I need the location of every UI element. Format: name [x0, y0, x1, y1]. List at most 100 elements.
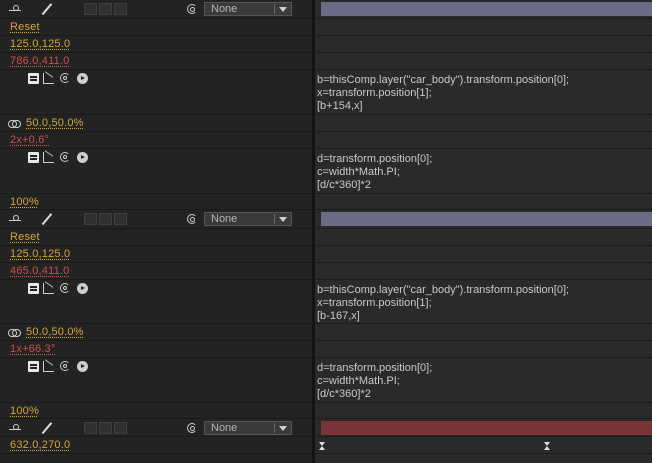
position-row: 632.0,270.0: [0, 437, 312, 454]
timeline-row: [315, 19, 652, 36]
timeline-row: [315, 115, 652, 132]
switch-box[interactable]: [99, 213, 112, 225]
layer-header-row[interactable]: None: [0, 419, 312, 437]
timeline-row: [315, 324, 652, 341]
rotation-value[interactable]: 2x+0.6°: [10, 134, 49, 146]
parent-dropdown-value: None: [211, 3, 238, 15]
timeline-panel: b=thisComp.layer("car_body").transform.p…: [315, 0, 652, 463]
expression-enable-icon[interactable]: [28, 361, 39, 372]
language-menu-icon[interactable]: [77, 73, 88, 84]
anchor-icon[interactable]: [8, 423, 22, 433]
expression-enable-icon[interactable]: [28, 73, 39, 84]
graph-icon[interactable]: [43, 152, 54, 163]
switch-box[interactable]: [114, 3, 127, 15]
anchor-point-row: 125.0,125.0: [0, 246, 312, 263]
opacity-row: 100%: [0, 403, 312, 419]
switch-box[interactable]: [84, 213, 97, 225]
language-menu-icon[interactable]: [77, 361, 88, 372]
expression-enable-icon[interactable]: [28, 152, 39, 163]
layer-duration-bar[interactable]: [321, 212, 652, 226]
pen-icon[interactable]: [42, 212, 52, 225]
chain-link-icon[interactable]: [8, 120, 21, 128]
graph-icon[interactable]: [43, 283, 54, 294]
timeline-row: [315, 229, 652, 246]
layer-duration-bar[interactable]: [321, 2, 652, 16]
switch-box[interactable]: [84, 422, 97, 434]
opacity-value[interactable]: 100%: [10, 196, 39, 208]
expression-controls: [28, 283, 98, 295]
keyframe-icon[interactable]: [319, 442, 326, 451]
chevron-down-icon: [279, 7, 287, 12]
expression-field[interactable]: d=transform.position[0]; c=width*Math.PI…: [315, 358, 652, 403]
opacity-value[interactable]: 100%: [10, 405, 39, 417]
chain-link-icon[interactable]: [8, 329, 21, 337]
anchor-point-value[interactable]: 125.0,125.0: [10, 38, 70, 50]
anchor-reset-row: Reset: [0, 229, 312, 246]
expression-line: d=transform.position[0];: [317, 362, 433, 374]
expression-controls: [28, 361, 98, 373]
spiral-icon[interactable]: [186, 213, 198, 225]
anchor-icon[interactable]: [8, 4, 22, 14]
anchor-point-row: 125.0,125.0: [0, 36, 312, 53]
graph-icon[interactable]: [43, 361, 54, 372]
expression-text[interactable]: b=thisComp.layer("car_body").transform.p…: [317, 284, 569, 323]
reset-link[interactable]: Reset: [10, 21, 40, 33]
scale-value[interactable]: 50.0,50.0%: [26, 117, 84, 129]
position-value[interactable]: 786.0,411.0: [10, 55, 70, 67]
switch-box[interactable]: [114, 422, 127, 434]
position-expression-row: [0, 280, 312, 324]
position-value[interactable]: 632.0,270.0: [10, 439, 70, 451]
timeline-row: [315, 53, 652, 70]
layer-duration-bar[interactable]: [321, 421, 652, 435]
timeline-row: [315, 194, 652, 210]
timeline-row: [315, 263, 652, 280]
rotation-value[interactable]: 1x+66.3°: [10, 343, 55, 355]
spiral-icon[interactable]: [186, 3, 198, 15]
spiral-icon[interactable]: [186, 422, 198, 434]
switch-box[interactable]: [114, 213, 127, 225]
expression-field[interactable]: b=thisComp.layer("car_body").transform.p…: [315, 280, 652, 324]
scale-value[interactable]: 50.0,50.0%: [26, 326, 84, 338]
language-menu-icon[interactable]: [77, 283, 88, 294]
rotation-row: 1x+66.3°: [0, 341, 312, 358]
anchor-point-value[interactable]: 125.0,125.0: [10, 248, 70, 260]
expression-text[interactable]: d=transform.position[0]; c=width*Math.PI…: [317, 362, 432, 401]
pick-whip-icon[interactable]: [60, 152, 71, 163]
expression-line: d=transform.position[0];: [317, 153, 433, 165]
timeline-row: [315, 246, 652, 263]
layer-header-row[interactable]: None: [0, 210, 312, 229]
expression-text[interactable]: d=transform.position[0]; c=width*Math.PI…: [317, 153, 432, 192]
language-menu-icon[interactable]: [77, 152, 88, 163]
scale-row: 50.0,50.0%: [0, 115, 312, 132]
expression-line: [d/c*360]*2: [317, 388, 371, 400]
pick-whip-icon[interactable]: [60, 283, 71, 294]
pen-icon[interactable]: [42, 421, 52, 434]
graph-icon[interactable]: [43, 73, 54, 84]
switch-box[interactable]: [84, 3, 97, 15]
pen-icon[interactable]: [42, 2, 52, 15]
switch-box[interactable]: [99, 422, 112, 434]
parent-dropdown[interactable]: None: [204, 212, 292, 226]
timeline-row: [315, 403, 652, 419]
expression-field[interactable]: d=transform.position[0]; c=width*Math.PI…: [315, 149, 652, 194]
expression-enable-icon[interactable]: [28, 283, 39, 294]
layer-header-row[interactable]: None: [0, 0, 312, 19]
pick-whip-icon[interactable]: [60, 361, 71, 372]
expression-text[interactable]: b=thisComp.layer("car_body").transform.p…: [317, 74, 569, 113]
pick-whip-icon[interactable]: [60, 73, 71, 84]
anchor-icon[interactable]: [8, 214, 22, 224]
scale-row: 50.0,50.0%: [0, 324, 312, 341]
reset-link[interactable]: Reset: [10, 231, 40, 243]
switch-box[interactable]: [99, 3, 112, 15]
parent-dropdown[interactable]: None: [204, 2, 292, 16]
expression-line: [b-167,x]: [317, 310, 360, 322]
timeline-layer-row: [315, 210, 652, 229]
expression-line: b=thisComp.layer("car_body").transform.p…: [317, 74, 570, 86]
dropdown-separator: [274, 4, 275, 14]
expression-line: x=transform.position[1];: [317, 87, 432, 99]
keyframe-icon[interactable]: [544, 442, 551, 451]
position-value[interactable]: 465.0,411.0: [10, 265, 70, 277]
expression-field[interactable]: b=thisComp.layer("car_body").transform.p…: [315, 70, 652, 115]
parent-dropdown[interactable]: None: [204, 421, 292, 435]
rotation-row: 2x+0.6°: [0, 132, 312, 149]
